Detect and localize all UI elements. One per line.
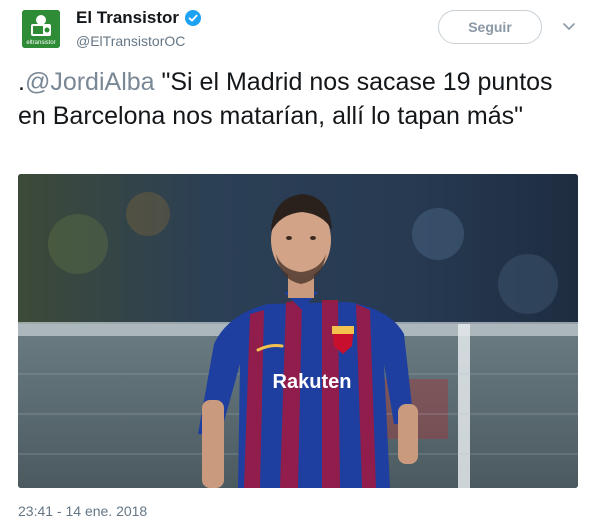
- radio-logo-icon: eltransistor: [22, 10, 60, 48]
- verified-badge-icon: [184, 10, 201, 26]
- mention-link[interactable]: @JordiAlba: [25, 68, 155, 96]
- tweet-prefix: .: [18, 68, 25, 96]
- author-name-row: El Transistor: [76, 8, 201, 28]
- author-display-name[interactable]: El Transistor: [76, 8, 179, 28]
- tweet-card: eltransistor El Transistor @ElTransistor…: [0, 0, 595, 530]
- chevron-down-icon[interactable]: [562, 22, 576, 32]
- author-handle[interactable]: @ElTransistorOC: [76, 33, 185, 49]
- author-avatar[interactable]: eltransistor: [22, 10, 60, 48]
- tweet-photo[interactable]: Rakuten: [18, 174, 578, 488]
- jersey-sponsor-text: Rakuten: [273, 371, 352, 393]
- follow-button[interactable]: Seguir: [438, 10, 542, 44]
- tweet-timestamp[interactable]: 23:41 - 14 ene. 2018: [18, 503, 147, 519]
- player-photo-image: Rakuten: [18, 174, 578, 488]
- tweet-text: .@JordiAlba "Si el Madrid nos sacase 19 …: [18, 65, 578, 133]
- avatar-wordmark: eltransistor: [26, 40, 55, 46]
